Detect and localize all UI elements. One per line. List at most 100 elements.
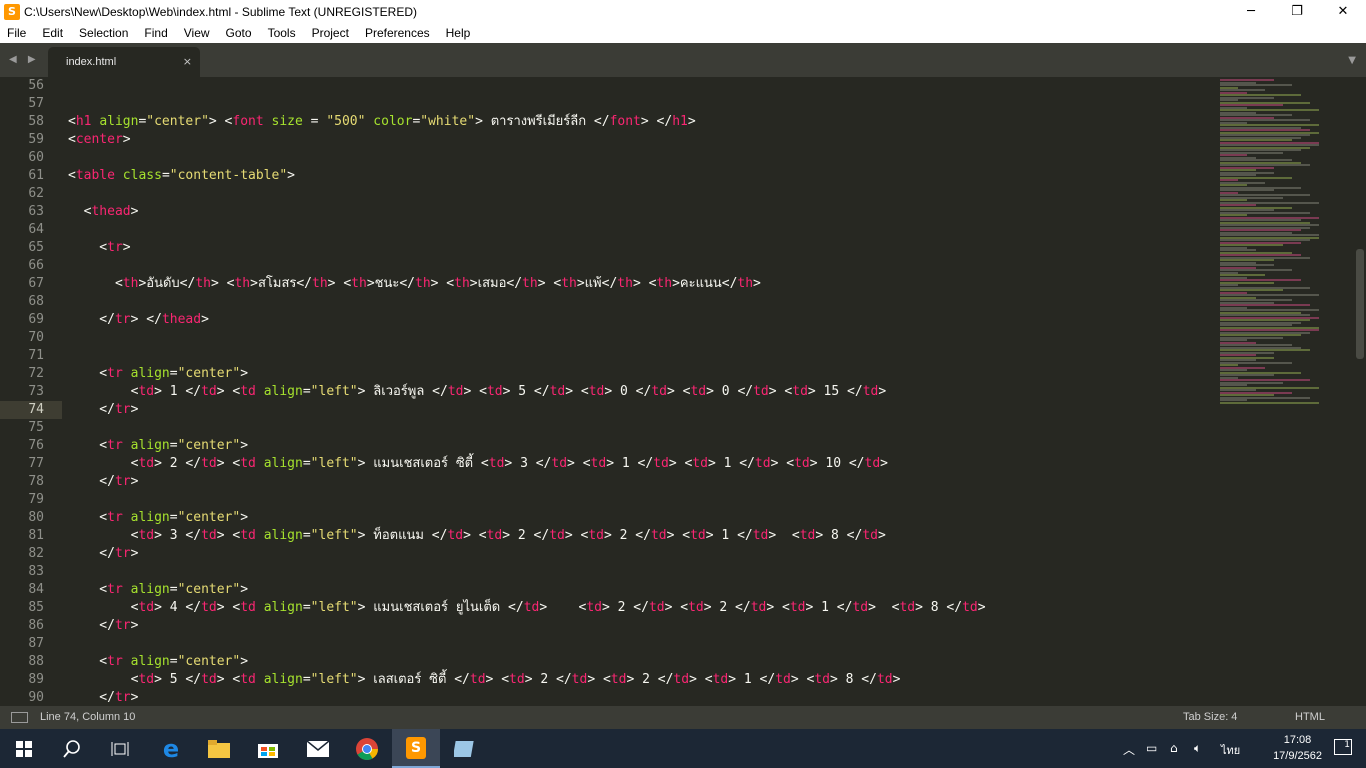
start-button[interactable]: [0, 729, 48, 768]
menu-preferences[interactable]: Preferences: [357, 26, 438, 40]
file-explorer-icon[interactable]: [195, 729, 243, 768]
vertical-scrollbar[interactable]: [1356, 249, 1364, 359]
code-line[interactable]: 64: [0, 221, 1220, 239]
code-line[interactable]: 78 </tr>: [0, 473, 1220, 491]
menu-edit[interactable]: Edit: [34, 26, 71, 40]
tab-label: index.html: [66, 56, 117, 68]
app-taskbar-icon[interactable]: [441, 729, 489, 768]
menu-selection[interactable]: Selection: [71, 26, 136, 40]
tab-dropdown-icon[interactable]: ▼: [1348, 55, 1356, 66]
code-line[interactable]: 85 <td> 4 </td> <td align="left"> แมนเชส…: [0, 599, 1220, 617]
tab-index-html[interactable]: index.html ×: [48, 47, 200, 77]
code-line[interactable]: 82 </tr>: [0, 545, 1220, 563]
code-line[interactable]: 61 <table class="content-table">: [0, 167, 1220, 185]
line-number: 63: [28, 204, 44, 219]
code-line[interactable]: 63 <thead>: [0, 203, 1220, 221]
code-line[interactable]: 67 <th>อันดับ</th> <th>สโมสร</th> <th>ชน…: [0, 275, 1220, 293]
code-line[interactable]: 70: [0, 329, 1220, 347]
cursor-position: Line 74, Column 10: [40, 711, 136, 723]
menu-help[interactable]: Help: [438, 26, 479, 40]
mail-icon[interactable]: [294, 729, 342, 768]
notification-center-icon[interactable]: 1: [1334, 739, 1352, 755]
code-line[interactable]: 79: [0, 491, 1220, 509]
code-line[interactable]: 68: [0, 293, 1220, 311]
minimap[interactable]: [1220, 77, 1350, 706]
task-view-icon[interactable]: [96, 729, 144, 768]
menu-tools[interactable]: Tools: [260, 26, 304, 40]
menu-project[interactable]: Project: [304, 26, 357, 40]
code-line[interactable]: 90 </tr>: [0, 689, 1220, 706]
code-line[interactable]: 65 <tr>: [0, 239, 1220, 257]
line-number: 88: [28, 654, 44, 669]
clock[interactable]: 17:08 17/9/2562: [1273, 732, 1322, 764]
code-line[interactable]: 75: [0, 419, 1220, 437]
edge-browser-icon[interactable]: e: [147, 729, 195, 768]
code-line[interactable]: 84 <tr align="center">: [0, 581, 1220, 599]
minimize-button[interactable]: ─: [1228, 0, 1274, 23]
clock-time: 17:08: [1283, 734, 1312, 746]
code-line[interactable]: 58 <h1 align="center"> <font size = "500"…: [0, 113, 1220, 131]
panel-toggle-icon[interactable]: [11, 712, 28, 723]
code-line[interactable]: 87: [0, 635, 1220, 653]
code-line[interactable]: 77 <td> 2 </td> <td align="left"> แมนเชส…: [0, 455, 1220, 473]
code-line[interactable]: 59 <center>: [0, 131, 1220, 149]
windows-icon: [16, 740, 32, 757]
menu-find[interactable]: Find: [136, 26, 175, 40]
code-text: <td> 2 </td> <td align="left"> แมนเชสเตอ…: [68, 456, 888, 471]
close-button[interactable]: ✕: [1320, 0, 1366, 23]
status-bar: Line 74, Column 10 Tab Size: 4 HTML: [0, 706, 1366, 729]
store-icon[interactable]: [244, 729, 292, 768]
line-number: 72: [28, 366, 44, 381]
code-line[interactable]: 72 <tr align="center">: [0, 365, 1220, 383]
code-text: <tr>: [68, 240, 131, 255]
sublime-taskbar-icon[interactable]: S: [392, 729, 440, 768]
code-line[interactable]: 80 <tr align="center">: [0, 509, 1220, 527]
code-line[interactable]: 71: [0, 347, 1220, 365]
code-text: </tr>: [68, 546, 139, 561]
chrome-icon[interactable]: [343, 729, 391, 768]
code-line[interactable]: 88 <tr align="center">: [0, 653, 1220, 671]
search-icon[interactable]: [48, 729, 96, 768]
volume-icon[interactable]: 🔈︎: [1194, 741, 1201, 756]
tray-device-icon[interactable]: ▭: [1146, 741, 1157, 755]
title-bar: S C:\Users\New\Desktop\Web\index.html - …: [0, 0, 1366, 23]
code-line[interactable]: 73 <td> 1 </td> <td align="left"> ลิเวอร…: [0, 383, 1220, 401]
tray-chevron-icon[interactable]: ︿: [1123, 741, 1135, 758]
code-line[interactable]: 83: [0, 563, 1220, 581]
line-number: 68: [28, 294, 44, 309]
code-line[interactable]: 57: [0, 95, 1220, 113]
line-number: 61: [28, 168, 44, 183]
menu-view[interactable]: View: [176, 26, 218, 40]
line-number: 73: [28, 384, 44, 399]
tab-nav-arrows-icon[interactable]: ◀ ▶: [9, 54, 40, 65]
code-line[interactable]: 56: [0, 77, 1220, 95]
maximize-button[interactable]: ❐: [1274, 0, 1320, 23]
code-line[interactable]: 66: [0, 257, 1220, 275]
syntax-selector[interactable]: HTML: [1295, 711, 1325, 723]
code-text: <tr align="center">: [68, 438, 249, 453]
menu-goto[interactable]: Goto: [218, 26, 260, 40]
tab-size-selector[interactable]: Tab Size: 4: [1183, 711, 1237, 723]
line-number: 80: [28, 510, 44, 525]
tab-close-icon[interactable]: ×: [183, 55, 192, 68]
sublime-text-icon: S: [4, 3, 20, 20]
minimap-line: [1220, 401, 1319, 404]
code-line[interactable]: 81 <td> 3 </td> <td align="left"> ท็อตแน…: [0, 527, 1220, 545]
code-text: <tr align="center">: [68, 654, 249, 669]
network-icon[interactable]: ⌂: [1170, 741, 1178, 755]
menu-file[interactable]: File: [0, 26, 34, 40]
line-number: 66: [28, 258, 44, 273]
code-line[interactable]: 60: [0, 149, 1220, 167]
code-line[interactable]: 76 <tr align="center">: [0, 437, 1220, 455]
code-line[interactable]: 89 <td> 5 </td> <td align="left"> เลสเตอ…: [0, 671, 1220, 689]
code-line[interactable]: 69 </tr> </thead>: [0, 311, 1220, 329]
code-text: <tr align="center">: [68, 366, 249, 381]
language-indicator[interactable]: ไทย: [1221, 741, 1240, 759]
code-line[interactable]: 86 </tr>: [0, 617, 1220, 635]
line-number: 70: [28, 330, 44, 345]
code-line[interactable]: 74 </tr>: [0, 401, 138, 419]
code-line[interactable]: 62: [0, 185, 1220, 203]
code-text: </tr>: [68, 402, 139, 417]
line-number: 86: [28, 618, 44, 633]
code-editor[interactable]: 56 57 58 <h1 align="center"> <font size = "…: [0, 77, 1366, 706]
